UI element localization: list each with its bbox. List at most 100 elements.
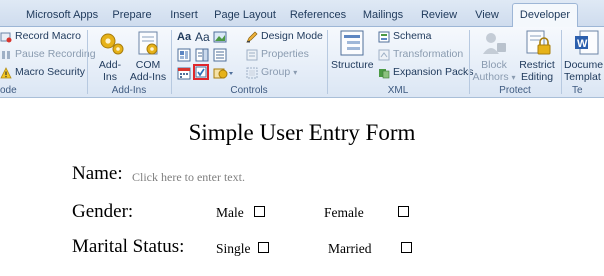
transformation-icon <box>378 49 390 61</box>
marital-married-checkbox[interactable] <box>401 242 412 253</box>
tab-review[interactable]: Review <box>418 5 460 25</box>
record-macro-icon <box>0 31 12 43</box>
group-controls: Aa Aa Design Mode Properties Group ▾ Con… <box>172 27 326 97</box>
group-protect-label: Protect <box>499 85 531 96</box>
tab-microsoft-apps[interactable]: Microsoft Apps <box>26 5 98 25</box>
group-xml-label: XML <box>387 85 409 96</box>
group-templates-label: Te <box>572 85 583 96</box>
restrict-editing-button[interactable]: Restrict Editing <box>516 29 558 83</box>
tab-view[interactable]: View <box>470 5 504 25</box>
add-ins-label: Add-Ins <box>98 59 122 83</box>
date-picker-content-control[interactable] <box>177 66 191 80</box>
tab-developer[interactable]: Developer <box>512 3 578 27</box>
block-authors-label-line2: Authors ▾ <box>472 71 516 83</box>
word-document-icon: W <box>572 29 602 57</box>
design-mode-button[interactable]: Design Mode <box>246 30 323 43</box>
macro-security-label: Macro Security <box>15 66 86 78</box>
legacy-tools-icon <box>213 68 233 79</box>
group-add-ins-label: Add-Ins <box>111 85 147 96</box>
structure-icon <box>337 29 367 57</box>
expansion-packs-icon <box>378 67 390 79</box>
document-template-button[interactable]: W Docume Templat <box>564 29 604 83</box>
gear-icon <box>95 29 125 57</box>
lock-document-icon <box>522 29 552 57</box>
block-authors-button[interactable]: Block Authors ▾ <box>472 29 516 84</box>
group-xml: Structure Schema Transformation Expansio… <box>328 27 474 97</box>
group-controls-label: Controls <box>230 85 268 96</box>
pause-icon <box>0 49 12 61</box>
restrict-editing-label-line1: Restrict <box>519 59 555 71</box>
marital-single-checkbox[interactable] <box>258 242 269 253</box>
group-label: Group <box>261 66 291 78</box>
drop-down-list-content-control[interactable] <box>213 48 227 62</box>
record-macro-button[interactable]: Record Macro <box>0 30 81 43</box>
marital-option-married: Married <box>328 241 372 256</box>
tab-mailings[interactable]: Mailings <box>358 5 408 25</box>
block-authors-icon <box>479 29 509 57</box>
gender-option-male: Male <box>216 205 244 220</box>
gender-female-checkbox[interactable] <box>398 206 409 217</box>
group-button[interactable]: Group ▾ <box>246 66 297 79</box>
properties-label: Properties <box>261 48 309 60</box>
name-label: Name: <box>72 163 123 184</box>
macro-security-button[interactable]: Macro Security <box>0 66 85 79</box>
form-title: Simple User Entry Form <box>188 120 416 145</box>
structure-button[interactable]: Structure <box>331 29 374 71</box>
rich-text-content-control[interactable]: Aa <box>177 30 191 44</box>
chevron-down-icon: ▾ <box>511 73 516 82</box>
group-code: Record Macro Pause Recording Macro Secur… <box>0 27 96 97</box>
group-icon <box>246 67 258 79</box>
pause-recording-label: Pause Recording <box>15 48 96 60</box>
transformation-button[interactable]: Transformation <box>378 48 463 61</box>
drop-down-list-icon <box>213 48 227 62</box>
expansion-packs-button[interactable]: Expansion Packs <box>378 66 474 79</box>
com-add-ins-label-line2: Add-Ins <box>129 71 167 83</box>
picture-content-control[interactable] <box>213 30 227 44</box>
group-templates: W Docume Templat Te <box>562 27 604 97</box>
group-code-label: ode <box>0 85 17 96</box>
properties-icon <box>246 49 258 61</box>
gender-male-checkbox[interactable] <box>254 206 265 217</box>
pause-recording-button[interactable]: Pause Recording <box>0 48 96 61</box>
design-mode-label: Design Mode <box>261 30 323 42</box>
restrict-editing-label-line2: Editing <box>520 71 554 83</box>
tab-insert[interactable]: Insert <box>166 5 202 25</box>
transformation-label: Transformation <box>393 48 464 60</box>
document-page: Simple User Entry Form Name: Click here … <box>0 98 604 276</box>
record-macro-label: Record Macro <box>15 30 81 42</box>
picture-icon <box>213 31 227 43</box>
document-template-label-line1: Docume <box>564 59 604 71</box>
gender-label: Gender: <box>72 201 134 222</box>
schema-label: Schema <box>393 30 432 42</box>
chevron-down-icon: ▾ <box>293 68 298 77</box>
block-authors-label-line1: Block <box>481 59 507 71</box>
building-block-icon <box>177 48 191 62</box>
word-window: Microsoft Apps Prepare Insert Page Layou… <box>0 0 604 276</box>
combo-box-content-control[interactable] <box>195 48 209 62</box>
properties-button[interactable]: Properties <box>246 48 309 61</box>
name-text-content-control[interactable]: Click here to enter text. <box>132 170 245 185</box>
gender-option-female: Female <box>324 205 364 220</box>
add-ins-button[interactable]: Add-Ins <box>92 29 128 83</box>
ribbon-tab-bar: Microsoft Apps Prepare Insert Page Layou… <box>0 0 604 27</box>
legacy-tools-button[interactable] <box>213 66 235 80</box>
design-mode-icon <box>246 31 258 43</box>
com-add-ins-icon <box>133 29 163 57</box>
check-box-content-control[interactable] <box>193 64 209 80</box>
calendar-icon <box>177 67 191 80</box>
com-add-ins-button[interactable]: COM Add-Ins <box>128 29 168 83</box>
plain-text-content-control[interactable]: Aa <box>195 30 210 44</box>
checkbox-checked-icon <box>195 66 207 78</box>
schema-button[interactable]: Schema <box>378 30 432 43</box>
tab-prepare[interactable]: Prepare <box>110 5 154 25</box>
ribbon: Record Macro Pause Recording Macro Secur… <box>0 27 604 98</box>
warning-icon <box>0 66 12 79</box>
com-add-ins-label-line1: COM <box>135 59 161 71</box>
building-block-gallery-control[interactable] <box>177 48 191 62</box>
tab-page-layout[interactable]: Page Layout <box>214 5 276 25</box>
tab-references[interactable]: References <box>288 5 348 25</box>
group-add-ins: Add-Ins COM Add-Ins Add-Ins <box>88 27 170 97</box>
marital-option-single: Single <box>216 241 251 256</box>
expansion-packs-label: Expansion Packs <box>393 66 474 78</box>
combo-box-icon <box>195 48 209 62</box>
